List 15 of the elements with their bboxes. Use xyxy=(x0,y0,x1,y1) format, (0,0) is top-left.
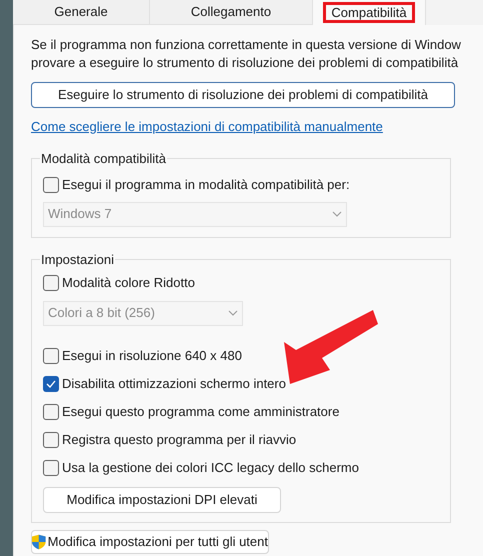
checkbox-label: Disabilita ottimizzazioni schermo intero xyxy=(62,374,286,393)
checkbox-label: Modalità colore Ridotto xyxy=(62,274,195,292)
dpi-settings-button[interactable]: Modifica impostazioni DPI elevati xyxy=(43,486,281,512)
checkbox-label: Usa la gestione dei colori ICC legacy dello schermo xyxy=(62,458,359,477)
tab[interactable]: Generale xyxy=(13,0,150,25)
tab[interactable]: Collegamento xyxy=(150,0,313,25)
checkbox-label: Esegui in risoluzione 640 x 480 xyxy=(62,346,242,365)
troubleshoot-button[interactable]: Eseguire lo strumento di risoluzione dei problemi di compatibilità xyxy=(31,82,455,108)
checkbox-label: Esegui questo programma come amministratore xyxy=(62,402,340,421)
intro-text: Se il programma non funziona correttamente in questa versione di Window provare a eseguire lo strumento di risoluzione dei problemi di compatibilità xyxy=(31,36,462,72)
all-users-button[interactable]: Modifica impostazioni per tutti gli utent xyxy=(31,530,269,554)
checkbox-label: Esegui il programma in modalità compatibilità per: xyxy=(62,176,350,194)
tab[interactable]: Compatibilità xyxy=(313,0,426,25)
manual-settings-link[interactable]: Come scegliere le impostazioni di compatibilità manualmente xyxy=(31,117,383,136)
checkbox-label: Registra questo programma per il riavvio xyxy=(62,430,296,449)
